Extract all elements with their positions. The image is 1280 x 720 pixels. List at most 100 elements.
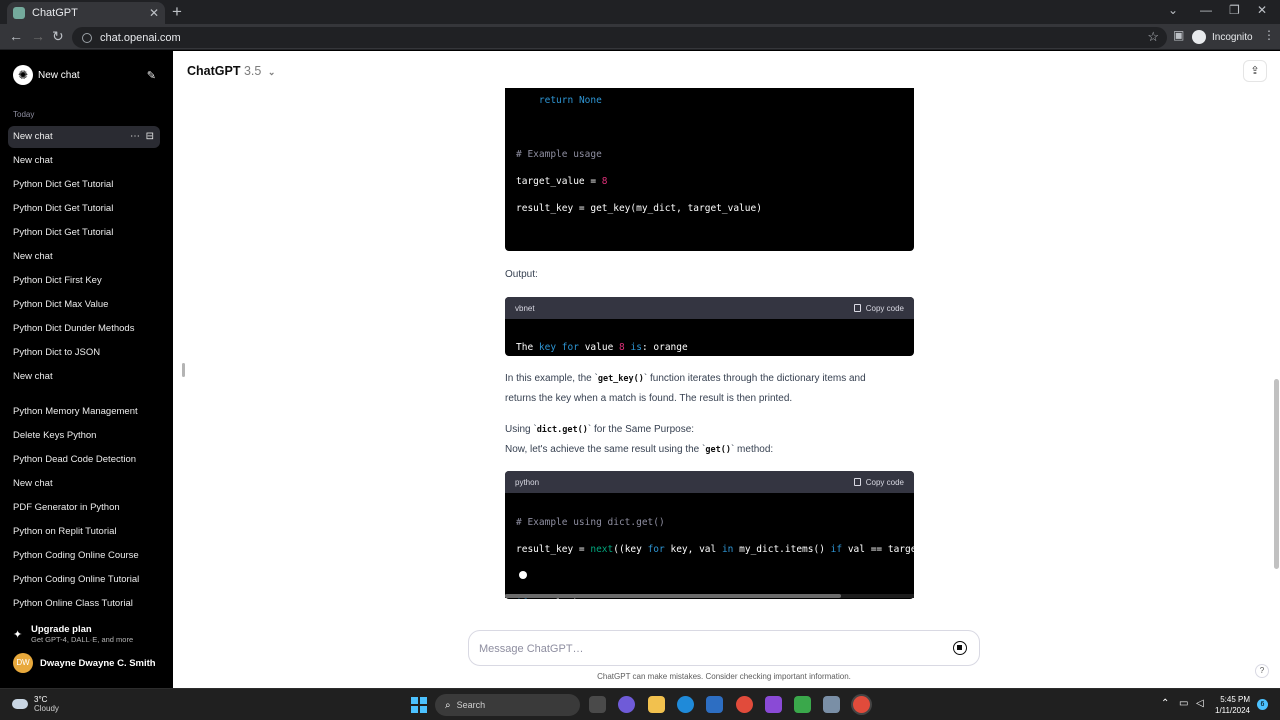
text-run: returns the key when a match is found. T…: [505, 393, 793, 404]
code-block: python Copy code # Example using dict.ge…: [505, 471, 914, 599]
close-window-icon[interactable]: ✕: [1257, 3, 1267, 17]
close-tab-icon[interactable]: ✕: [149, 6, 159, 20]
volume-icon[interactable]: ◁: [1196, 698, 1204, 709]
explanation-paragraph: In this example, the `get_key()` functio…: [505, 369, 866, 408]
page-scrollbar[interactable]: [1274, 379, 1279, 569]
code-body[interactable]: return None # Example usage target_value…: [505, 88, 914, 251]
new-tab-icon[interactable]: +: [172, 2, 182, 22]
sidebar-history-item[interactable]: New chat: [8, 366, 160, 388]
history-item-label: Python Coding Online Course: [13, 550, 139, 561]
sidebar-history-item[interactable]: Python Coding Online Tutorial: [8, 569, 160, 591]
tab-search-icon[interactable]: ⌄: [1168, 3, 1178, 17]
sidebar-history-item[interactable]: Python Dict Max Value: [8, 294, 160, 316]
code-scrollbar-thumb[interactable]: [505, 594, 841, 598]
store-icon[interactable]: [706, 696, 723, 713]
upgrade-plan-button[interactable]: ✦ Upgrade plan Get GPT-4, DALL·E, and mo…: [13, 621, 163, 647]
cloud-icon: [12, 699, 28, 709]
app-icon[interactable]: [823, 696, 840, 713]
code-body[interactable]: # Example using dict.get() result_key = …: [505, 493, 914, 599]
sidebar-history-item[interactable]: Delete Keys Python: [8, 425, 160, 447]
sidebar-history-item[interactable]: PDF Generator in Python: [8, 497, 160, 519]
model-selector[interactable]: ChatGPT 3.5 ⌄: [187, 64, 275, 78]
restore-icon[interactable]: ❐: [1229, 3, 1240, 17]
windows-taskbar: 3°C Cloudy ⌕ Search ⌃ ▭ ◁ 5:45 PM 1/11/2…: [0, 688, 1280, 720]
weather-widget[interactable]: 3°C Cloudy: [12, 695, 59, 713]
message-input[interactable]: [479, 640, 939, 658]
sidebar-history-item[interactable]: Python Coding Online Course: [8, 545, 160, 567]
sidebar-history-item[interactable]: Python Memory Management: [8, 401, 160, 423]
history-item-label: Python Dead Code Detection: [13, 454, 137, 465]
sidebar-history-item[interactable]: Python on Replit Tutorial: [8, 521, 160, 543]
back-icon[interactable]: ←: [9, 28, 23, 44]
text-run: ` function iterates through the dictiona…: [643, 373, 866, 384]
tab-title: ChatGPT: [32, 7, 78, 19]
sidebar-history-item[interactable]: Python Dict First Key: [8, 270, 160, 292]
file-explorer-icon[interactable]: [648, 696, 665, 713]
code-block: return None # Example usage target_value…: [505, 88, 914, 251]
sidebar-history-item[interactable]: New chat ⋯ ⊟: [8, 126, 160, 148]
reload-icon[interactable]: ↻: [52, 28, 64, 45]
compose-icon[interactable]: ✎: [147, 69, 156, 82]
share-icon: ⇪: [1250, 65, 1260, 77]
sidebar-history-item[interactable]: New chat: [8, 473, 160, 495]
clipboard-icon: [853, 304, 861, 312]
history-item-label: Python Memory Management: [13, 406, 138, 417]
app-icon[interactable]: [765, 696, 782, 713]
taskbar-search[interactable]: ⌕ Search: [435, 694, 580, 716]
site-info-icon[interactable]: [82, 32, 92, 43]
history-section-label: Today: [13, 110, 35, 119]
sidebar-history-item[interactable]: Python Dict Get Tutorial: [8, 222, 160, 244]
sidebar-history-item[interactable]: Python Dict Get Tutorial: [8, 198, 160, 220]
code-line: result_key = get_key(my_dict, target_val…: [516, 203, 762, 214]
tray-chevron-icon[interactable]: ⌃: [1161, 698, 1169, 709]
sidebar-history-item[interactable]: New chat: [8, 246, 160, 268]
sidebar-history-item[interactable]: Python Online Class Tutorial: [8, 593, 160, 615]
stop-generating-button[interactable]: [953, 641, 967, 655]
bookmark-star-icon[interactable]: ☆: [1147, 29, 1159, 45]
copy-code-button[interactable]: Copy code: [853, 478, 904, 487]
history-item-actions: ⋯ ⊟: [130, 126, 154, 148]
forward-icon[interactable]: →: [31, 28, 45, 44]
text-run: ` method:: [730, 444, 774, 455]
chrome-active-icon[interactable]: [853, 696, 870, 713]
sidebar-history-item[interactable]: Python Dead Code Detection: [8, 449, 160, 471]
sidebar-history-item[interactable]: Python Dict Get Tutorial: [8, 174, 160, 196]
copy-code-button[interactable]: Copy code: [853, 304, 904, 313]
address-bar[interactable]: chat.openai.com ☆: [72, 27, 1167, 48]
sidebar-history-item[interactable]: Python Dict to JSON: [8, 342, 160, 364]
chatgpt-favicon-icon: [13, 7, 25, 19]
task-view-icon[interactable]: [589, 696, 606, 713]
history-item-label: Python Dict Dunder Methods: [13, 323, 135, 334]
sidebar-collapse-handle[interactable]: [182, 363, 185, 377]
temperature: 3°C: [34, 695, 48, 704]
history-item-label: Python on Replit Tutorial: [13, 526, 117, 537]
code-scrollbar[interactable]: [505, 594, 914, 598]
help-button[interactable]: ?: [1255, 664, 1269, 678]
more-options-icon[interactable]: ⋯: [130, 131, 140, 142]
history-item-label: New chat: [13, 131, 53, 142]
browser-tab[interactable]: ChatGPT ✕: [7, 2, 165, 24]
disclaimer: ChatGPT can make mistakes. Consider chec…: [597, 672, 851, 681]
sidebar-history-item[interactable]: New chat: [8, 150, 160, 172]
notification-badge[interactable]: 6: [1257, 699, 1268, 710]
minimize-icon[interactable]: —: [1200, 3, 1212, 17]
archive-icon[interactable]: ⊟: [146, 131, 154, 142]
side-panel-icon[interactable]: ▣: [1173, 28, 1184, 42]
output-label: Output:: [505, 269, 538, 280]
user-menu-button[interactable]: DW Dwayne Dwayne C. Smith: [13, 652, 168, 674]
incognito-badge[interactable]: Incognito: [1192, 27, 1253, 47]
inline-code: get_key(): [597, 374, 644, 384]
clock[interactable]: 5:45 PM 1/11/2024: [1215, 694, 1250, 716]
chrome-icon[interactable]: [736, 696, 753, 713]
start-button[interactable]: [411, 697, 427, 713]
edge-icon[interactable]: [677, 696, 694, 713]
app-icon[interactable]: [794, 696, 811, 713]
code-body[interactable]: The key for value 8 is: orange: [505, 319, 914, 356]
network-icon[interactable]: ▭: [1179, 698, 1188, 709]
share-button[interactable]: ⇪: [1243, 60, 1267, 82]
sidebar-history-item[interactable]: Python Dict Dunder Methods: [8, 318, 160, 340]
chat-app-icon[interactable]: [618, 696, 635, 713]
browser-menu-icon[interactable]: ⋮: [1263, 28, 1275, 42]
new-chat-button[interactable]: ✺ New chat ✎: [6, 61, 162, 89]
